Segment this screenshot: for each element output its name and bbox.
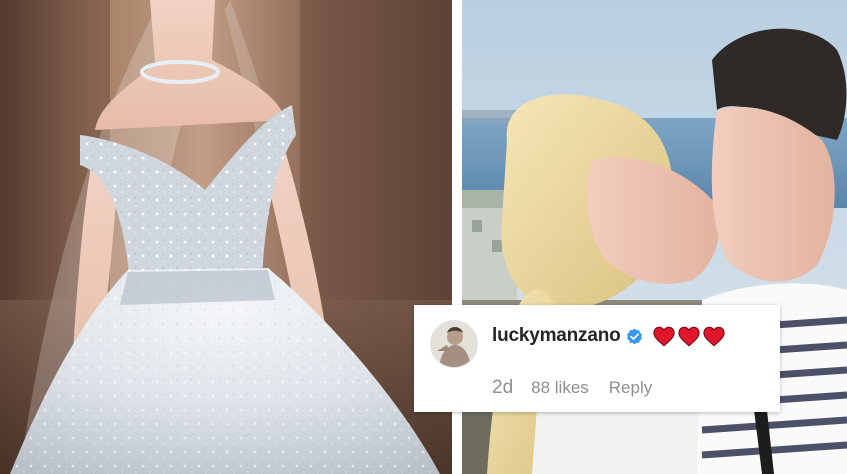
red-heart-icon: [652, 326, 675, 346]
red-heart-icon: [677, 326, 700, 346]
avatar[interactable]: [430, 320, 478, 368]
comment-likes[interactable]: 88 likes: [531, 378, 589, 398]
comment-meta: 2d 88 likes Reply: [492, 377, 652, 399]
bride-photo-graphic: [0, 0, 452, 474]
bride-photo: [0, 0, 452, 474]
comment-card: luckymanzano 2d 88 likes Reply: [414, 305, 780, 412]
avatar-image: [431, 321, 477, 367]
reply-button[interactable]: Reply: [609, 378, 652, 398]
comment-timestamp: 2d: [492, 377, 514, 398]
red-heart-icon: [702, 326, 725, 346]
verified-badge-icon: [626, 328, 642, 344]
username-link[interactable]: luckymanzano: [492, 325, 621, 347]
comment-header: luckymanzano: [492, 321, 725, 351]
emoji-reaction: [652, 326, 725, 347]
